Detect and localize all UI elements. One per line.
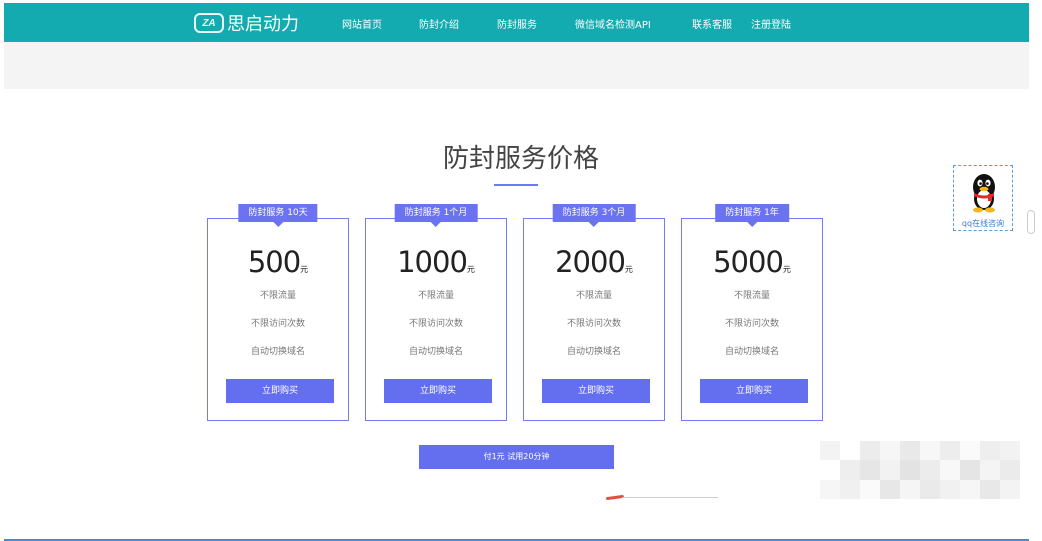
plan-badge: 防封服务 10天: [238, 204, 318, 227]
price-value: 5000: [713, 245, 784, 279]
buy-button[interactable]: 立即购买: [226, 379, 334, 403]
price-value: 500: [247, 245, 301, 279]
feature-item: 不限访问次数: [408, 319, 463, 329]
pricing-card: 防封服务 1年 5000元 不限流量 不限访问次数 自动切换域名 立即购买: [681, 204, 823, 421]
feature-item: 不限访问次数: [250, 319, 305, 329]
nav-contact[interactable]: 联系客服: [692, 16, 732, 31]
banner-placeholder: [4, 42, 1029, 89]
plan-price: 2000元: [524, 245, 664, 279]
nav-domain-api[interactable]: 微信域名检测API: [575, 16, 651, 31]
feature-item: 不限访问次数: [724, 319, 779, 329]
price-unit: 元: [466, 265, 475, 274]
nav-service[interactable]: 防封服务: [497, 16, 537, 31]
logo-text: 思启动力: [227, 14, 299, 35]
nav-intro[interactable]: 防封介绍: [419, 16, 459, 31]
feature-item: 不限流量: [575, 291, 612, 301]
pricing-card: 防封服务 10天 500元 不限流量 不限访问次数 自动切换域名 立即购买: [207, 204, 349, 421]
mosaic-overlay: [820, 441, 1020, 499]
price-unit: 元: [300, 265, 309, 274]
feature-item: 自动切换域名: [250, 347, 305, 357]
feature-item: 不限流量: [417, 291, 454, 301]
plan-badge: 防封服务 1年: [715, 204, 789, 227]
buy-button[interactable]: 立即购买: [700, 379, 808, 403]
feature-item: 不限流量: [259, 291, 296, 301]
decorative-line: [622, 497, 718, 498]
pricing-card: 防封服务 3个月 2000元 不限流量 不限访问次数 自动切换域名 立即购买: [523, 204, 665, 421]
feature-item: 不限流量: [733, 291, 770, 301]
site-logo[interactable]: ZA 思启动力: [194, 11, 299, 35]
section-title: 防封服务价格: [442, 144, 599, 174]
feature-item: 不限访问次数: [566, 319, 621, 329]
qq-consult-widget[interactable]: qq在线咨询: [953, 165, 1013, 231]
plan-price: 500元: [208, 245, 348, 279]
price-unit: 元: [624, 265, 633, 274]
title-underline: [494, 184, 538, 186]
plan-badge: 防封服务 1个月: [394, 204, 478, 227]
pricing-card: 防封服务 1个月 1000元 不限流量 不限访问次数 自动切换域名 立即购买: [365, 204, 507, 421]
plan-badge: 防封服务 3个月: [552, 204, 636, 227]
plan-price: 1000元: [366, 245, 506, 279]
logo-mark-text: ZA: [202, 17, 216, 29]
buy-button[interactable]: 立即购买: [384, 379, 492, 403]
price-unit: 元: [782, 265, 791, 274]
trial-button[interactable]: 付1元 试用20分钟: [419, 445, 614, 469]
side-scroll-handle[interactable]: [1027, 210, 1035, 234]
price-value: 2000: [555, 245, 626, 279]
feature-item: 自动切换域名: [408, 347, 463, 357]
top-nav-bar: ZA 思启动力 网站首页 防封介绍 防封服务 微信域名检测API 联系客服 注册…: [4, 3, 1029, 42]
feature-item: 自动切换域名: [566, 347, 621, 357]
feature-item: 自动切换域名: [724, 347, 779, 357]
qq-consult-label: qq在线咨询: [961, 219, 1005, 228]
price-value: 1000: [397, 245, 468, 279]
nav-register-login[interactable]: 注册登陆: [751, 16, 791, 31]
buy-button[interactable]: 立即购买: [542, 379, 650, 403]
nav-home[interactable]: 网站首页: [342, 16, 382, 31]
qq-penguin-icon: [973, 174, 995, 213]
plan-price: 5000元: [682, 245, 822, 279]
logo-icon: ZA: [194, 13, 224, 33]
